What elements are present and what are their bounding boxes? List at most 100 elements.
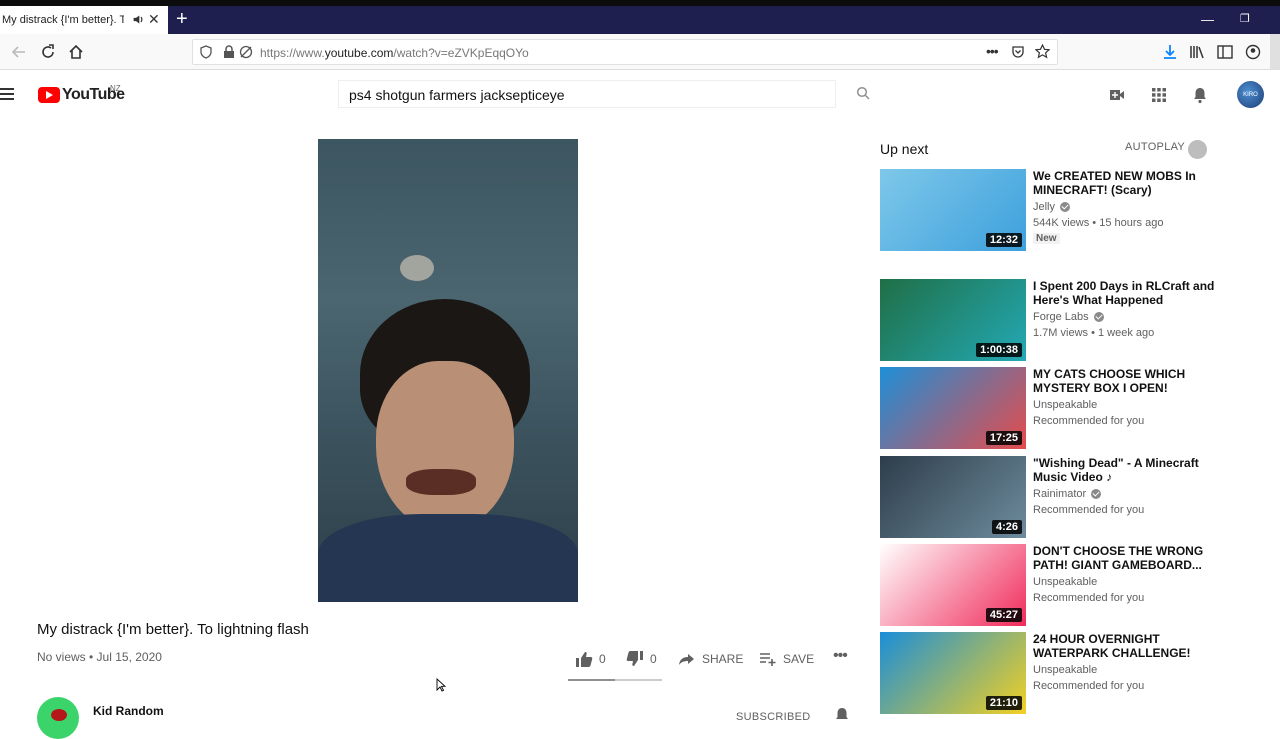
video-duration: 1:00:38 <box>976 343 1022 357</box>
home-icon[interactable] <box>67 43 85 61</box>
recommendation-meta: 544K views • 15 hours ago <box>1033 217 1164 229</box>
recommendation-channel[interactable]: Rainimator <box>1033 488 1102 500</box>
menu-edge <box>1270 34 1280 70</box>
close-tab-icon[interactable]: ✕ <box>148 11 160 28</box>
thumbs-up-icon <box>576 652 593 667</box>
speaker-icon[interactable] <box>132 13 145 26</box>
video-player[interactable] <box>318 139 578 602</box>
sidebar-icon[interactable] <box>1216 43 1234 61</box>
video-duration: 45:27 <box>985 608 1022 622</box>
recommendation-channel[interactable]: Unspeakable <box>1033 399 1097 411</box>
recommendation-item[interactable]: 12:32 We CREATED NEW MOBS In MINECRAFT! (… <box>880 169 1220 251</box>
share-label: SHARE <box>702 652 744 666</box>
recommendation-meta: 1.7M views • 1 week ago <box>1033 327 1155 339</box>
page-actions-icon[interactable]: ••• <box>986 43 999 59</box>
recommendation-channel[interactable]: Unspeakable <box>1033 664 1097 676</box>
autoplay-toggle[interactable] <box>1188 140 1207 159</box>
video-frame-light <box>400 255 434 281</box>
back-icon[interactable] <box>10 43 28 61</box>
recommendation-thumbnail[interactable]: 1:00:38 <box>880 279 1026 361</box>
minimize-icon[interactable]: — <box>1201 12 1214 27</box>
user-avatar[interactable]: KIRO <box>1237 81 1264 108</box>
video-views-date: No views • Jul 15, 2020 <box>37 650 162 664</box>
recommendation-title[interactable]: DON'T CHOOSE THE WRONG PATH! GIANT GAMEB… <box>1033 544 1218 572</box>
share-icon <box>679 654 694 665</box>
search-input[interactable]: ps4 shotgun farmers jacksepticeye <box>338 80 836 108</box>
notifications-bell-icon[interactable] <box>1191 86 1209 104</box>
video-frame-person-mouth <box>406 469 476 495</box>
thumbs-down-icon <box>626 651 643 666</box>
lock-icon[interactable] <box>223 45 235 59</box>
channel-avatar[interactable] <box>37 697 79 739</box>
channel-name: Unspeakable <box>1033 399 1098 411</box>
recommendation-title[interactable]: MY CATS CHOOSE WHICH MYSTERY BOX I OPEN! <box>1033 367 1218 395</box>
recommendation-thumbnail[interactable]: 17:25 <box>880 367 1026 449</box>
recommendation-item[interactable]: 17:25 MY CATS CHOOSE WHICH MYSTERY BOX I … <box>880 367 1220 449</box>
recommendation-thumbnail[interactable]: 21:10 <box>880 632 1026 714</box>
like-button[interactable]: 0 <box>575 650 606 668</box>
download-icon[interactable] <box>1161 43 1179 61</box>
channel-name: Rainimator <box>1033 488 1087 500</box>
restore-icon[interactable]: ❐ <box>1240 12 1250 25</box>
save-button[interactable]: SAVE <box>759 650 814 668</box>
hamburger-menu-icon[interactable] <box>0 88 14 103</box>
library-icon[interactable] <box>1188 43 1206 61</box>
tab-bar: My distrack {I'm better}. To ✕ + — ❐ <box>0 6 1280 34</box>
account-icon[interactable] <box>1244 43 1262 61</box>
search-icon <box>856 86 870 100</box>
recommendation-meta: Recommended for you <box>1033 592 1145 604</box>
verified-badge-icon <box>1091 489 1102 499</box>
verified-badge-icon <box>1060 202 1071 212</box>
recommendation-thumbnail[interactable]: 12:32 <box>880 169 1026 251</box>
shield-icon[interactable] <box>199 45 213 59</box>
recommendation-channel[interactable]: Jelly <box>1033 201 1071 213</box>
more-actions-icon[interactable]: ••• <box>833 647 848 665</box>
pocket-icon[interactable] <box>1011 45 1025 59</box>
search-button[interactable] <box>838 80 890 108</box>
bookmark-star-icon[interactable] <box>1035 44 1050 59</box>
recommendation-title[interactable]: We CREATED NEW MOBS In MINECRAFT! (Scary… <box>1033 169 1218 197</box>
autoplay-blocked-icon[interactable] <box>239 45 253 59</box>
dislike-button[interactable]: 0 <box>626 650 657 668</box>
channel-name[interactable]: Kid Random <box>93 704 164 718</box>
youtube-play-icon <box>38 87 60 103</box>
up-next-label: Up next <box>880 141 929 157</box>
browser-tab[interactable]: My distrack {I'm better}. To ✕ <box>0 6 168 34</box>
navigation-bar: https://www.youtube.com/watch?v=eZVKpEqq… <box>0 34 1280 70</box>
recommendation-item[interactable]: 21:10 24 HOUR OVERNIGHT WATERPARK CHALLEN… <box>880 632 1220 714</box>
tab-title: My distrack {I'm better}. To <box>2 14 124 26</box>
recommendation-item[interactable]: 4:26 "Wishing Dead" - A Minecraft Music V… <box>880 456 1220 538</box>
video-title: My distrack {I'm better}. To lightning f… <box>37 621 309 638</box>
reload-icon[interactable] <box>39 43 57 61</box>
recommendation-title[interactable]: 24 HOUR OVERNIGHT WATERPARK CHALLENGE! <box>1033 632 1218 660</box>
add-to-playlist-icon <box>760 653 776 666</box>
mouse-cursor-icon <box>436 678 446 692</box>
recommendation-item[interactable]: 45:27 DON'T CHOOSE THE WRONG PATH! GIANT … <box>880 544 1220 626</box>
recommendation-title[interactable]: I Spent 200 Days in RLCraft and Here's W… <box>1033 279 1218 307</box>
subscription-bell-icon[interactable] <box>833 706 851 724</box>
youtube-header: YouTube NZ ps4 shotgun farmers jacksepti… <box>0 70 1280 118</box>
like-count: 0 <box>599 652 606 666</box>
video-frame-person-face <box>376 361 514 531</box>
url-bar[interactable]: https://www.youtube.com/watch?v=eZVKpEqq… <box>192 39 1058 65</box>
recommendation-thumbnail[interactable]: 45:27 <box>880 544 1026 626</box>
create-video-icon[interactable] <box>1108 86 1126 104</box>
recommendation-item[interactable]: 1:00:38 I Spent 200 Days in RLCraft and H… <box>880 279 1220 361</box>
share-button[interactable]: SHARE <box>678 650 743 668</box>
new-tab-icon[interactable]: + <box>176 8 188 30</box>
video-duration: 17:25 <box>985 431 1022 445</box>
recommendation-thumbnail[interactable]: 4:26 <box>880 456 1026 538</box>
channel-name: Forge Labs <box>1033 311 1089 323</box>
channel-name: Jelly <box>1033 201 1056 213</box>
dislike-count: 0 <box>650 652 657 666</box>
recommendation-meta: Recommended for you <box>1033 504 1145 516</box>
recommendation-title[interactable]: "Wishing Dead" - A Minecraft Music Video… <box>1033 456 1218 484</box>
new-badge: New <box>1033 233 1060 244</box>
recommendation-channel[interactable]: Unspeakable <box>1033 576 1097 588</box>
recommendation-channel[interactable]: Forge Labs <box>1033 311 1104 323</box>
channel-name: Unspeakable <box>1033 576 1098 588</box>
subscribed-button[interactable]: SUBSCRIBED <box>736 711 811 723</box>
region-label: NZ <box>110 84 121 93</box>
save-label: SAVE <box>783 652 815 666</box>
apps-grid-icon[interactable] <box>1150 86 1168 104</box>
